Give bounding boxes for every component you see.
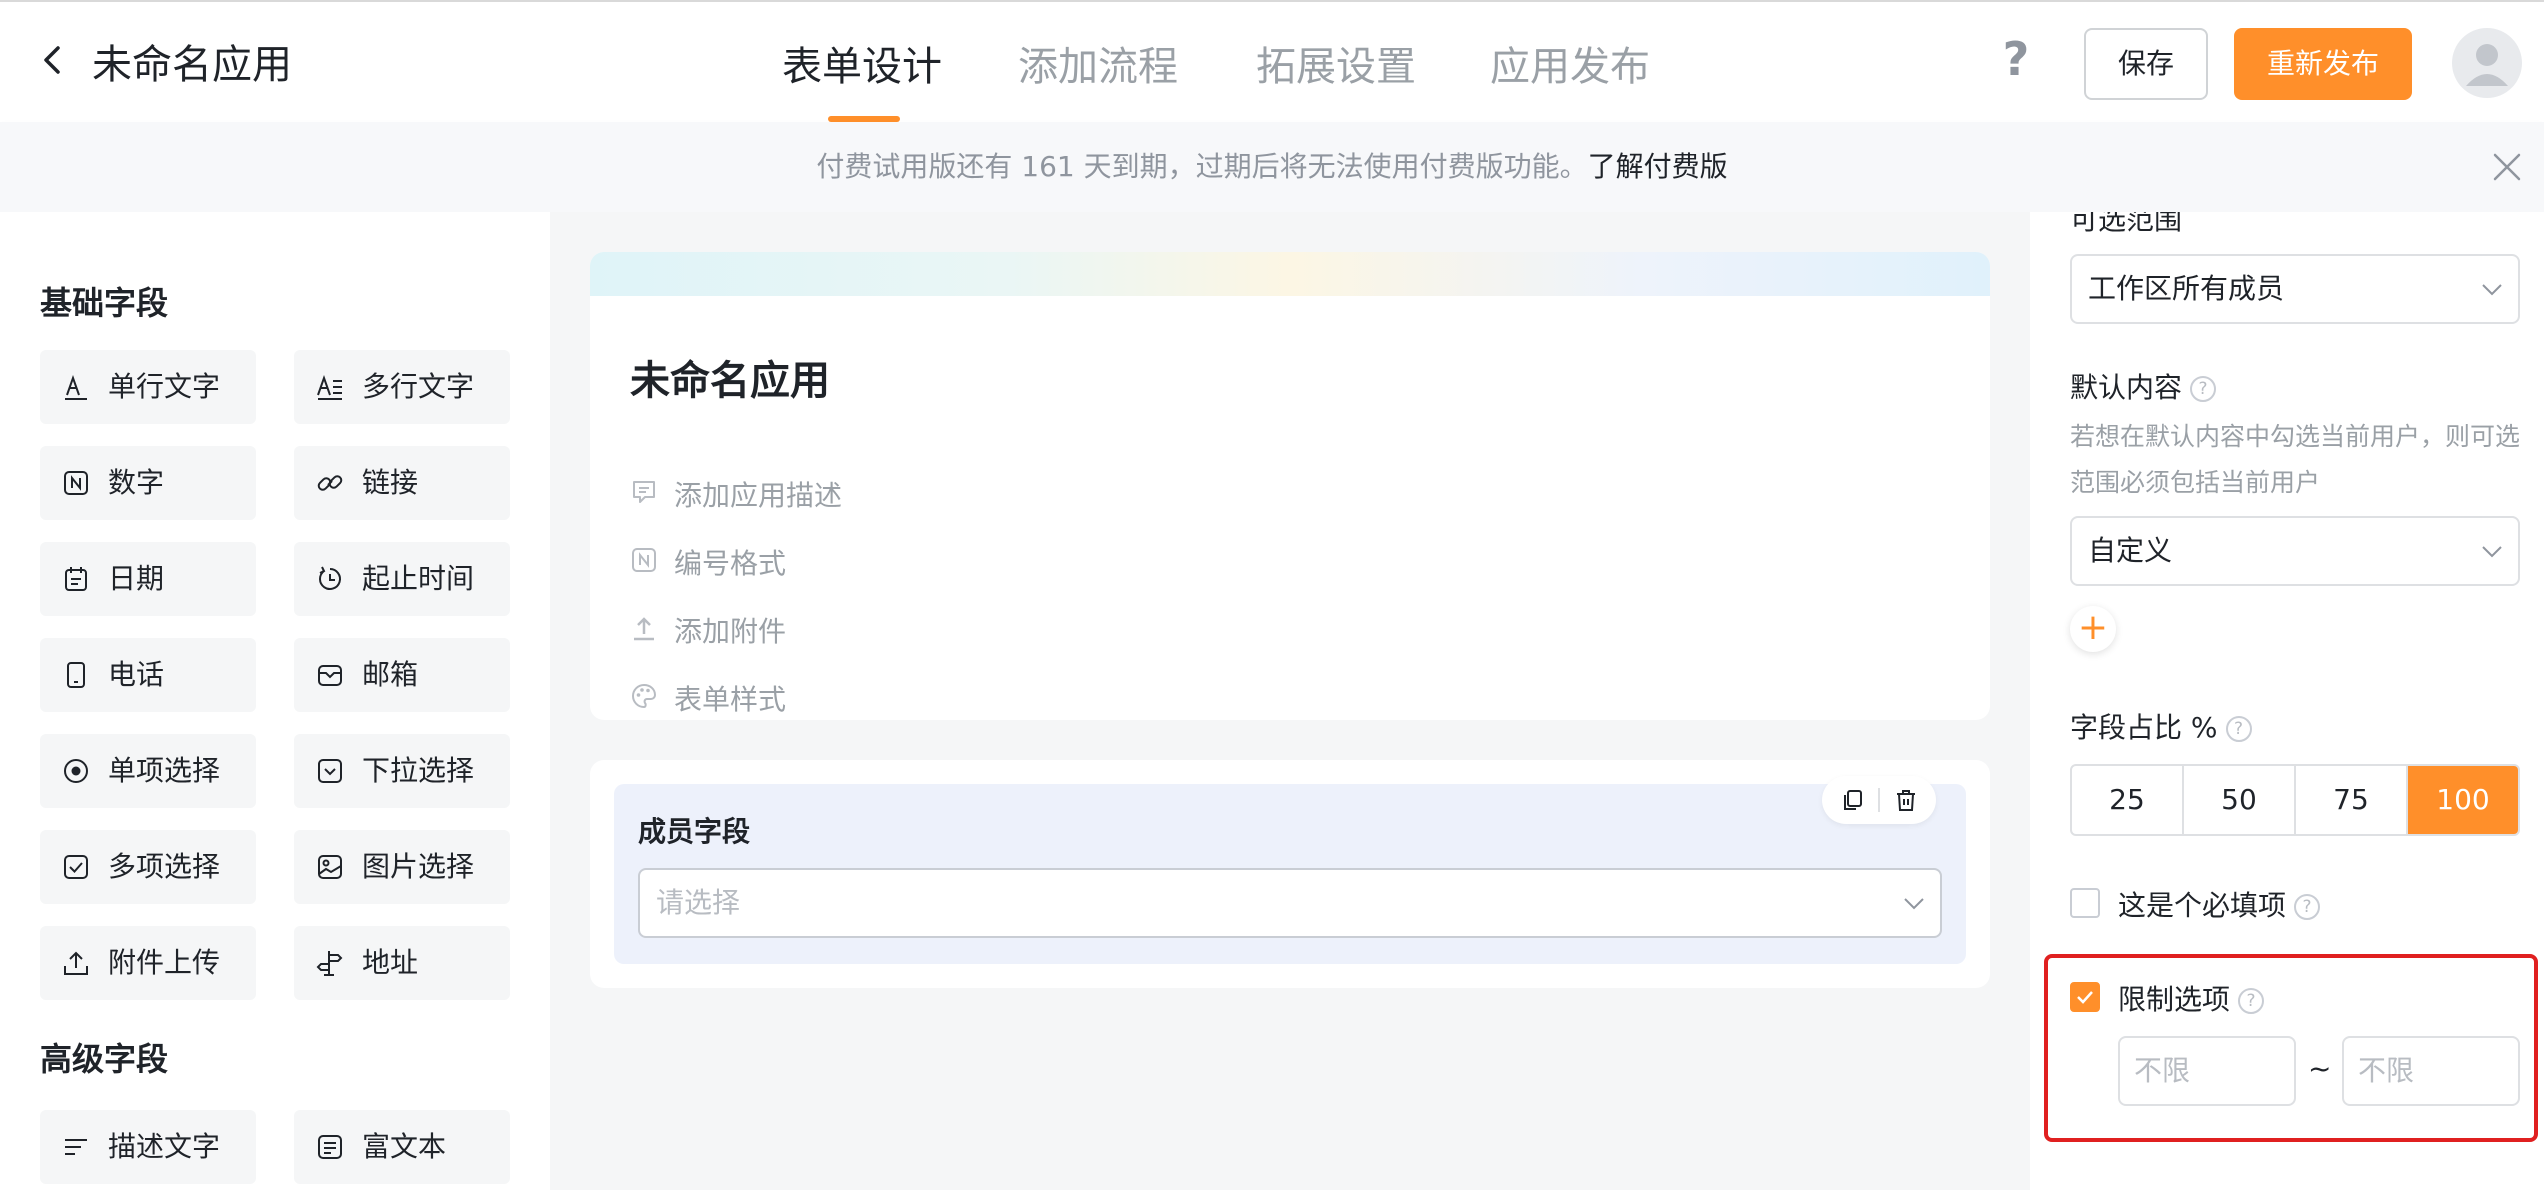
member-field-selected[interactable]: 成员字段 请选择 xyxy=(614,784,1966,964)
tab-app-publish[interactable]: 应用发布 xyxy=(1490,34,1650,92)
chevron-down-icon xyxy=(2482,546,2502,558)
chevron-down-icon xyxy=(1904,898,1924,910)
number-format-option[interactable]: 编号格式 xyxy=(630,542,786,582)
field-number[interactable]: 数字 xyxy=(40,446,256,520)
field-multi-line-text[interactable]: 多行文字 xyxy=(294,350,510,424)
avatar[interactable] xyxy=(2452,28,2522,98)
number-format-icon xyxy=(632,548,656,572)
property-panel: 可选范围 工作区所有成员 默认内容? 若想在默认内容中勾选当前用户，则可选范围必… xyxy=(2030,212,2544,1190)
mail-icon xyxy=(318,665,342,686)
checkbox-icon xyxy=(64,855,88,879)
calendar-icon xyxy=(65,567,87,591)
field-single-line-text[interactable]: 单行文字 xyxy=(40,350,256,424)
field-time-range[interactable]: 起止时间 xyxy=(294,542,510,616)
form-canvas: 未命名应用 添加应用描述 编号格式 添加附件 表单样式 成员字段 请选择 xyxy=(550,212,2030,1190)
attachment-upload-icon xyxy=(634,617,654,641)
limit-max-input[interactable]: 不限 xyxy=(2342,1036,2520,1106)
default-content-select[interactable]: 自定义 xyxy=(2070,516,2520,586)
field-width-label: 字段占比 %? xyxy=(2070,706,2252,746)
width-option-25[interactable]: 25 xyxy=(2072,766,2184,834)
required-checkbox[interactable] xyxy=(2070,888,2100,918)
form-header-card[interactable]: 未命名应用 添加应用描述 编号格式 添加附件 表单样式 xyxy=(590,252,1990,720)
field-tools xyxy=(1822,776,1936,824)
tab-form-design[interactable]: 表单设计 xyxy=(782,34,942,92)
help-circle-icon[interactable]: ? xyxy=(2225,716,2252,742)
width-option-100[interactable]: 100 xyxy=(2408,766,2518,834)
field-dropdown[interactable]: 下拉选择 xyxy=(294,734,510,808)
link-icon xyxy=(317,475,343,491)
limit-min-input[interactable]: 不限 xyxy=(2118,1036,2296,1106)
limit-options-checkbox[interactable] xyxy=(2070,982,2100,1012)
learn-paid-link[interactable]: 了解付费版 xyxy=(1588,150,1728,183)
default-content-label: 默认内容? xyxy=(2070,366,2217,406)
upload-icon xyxy=(64,951,88,975)
help-icon[interactable]: ? xyxy=(1996,34,2036,84)
field-single-choice[interactable]: 单项选择 xyxy=(40,734,256,808)
multi-line-text-icon xyxy=(317,374,342,400)
number-icon xyxy=(64,471,88,495)
chevron-down-icon xyxy=(2482,284,2502,296)
range-select[interactable]: 工作区所有成员 xyxy=(2070,254,2520,324)
member-field-label: 成员字段 xyxy=(638,815,751,848)
field-image-choice[interactable]: 图片选择 xyxy=(294,830,510,904)
check-icon xyxy=(2077,991,2093,1004)
member-select-input[interactable]: 请选择 xyxy=(638,868,1942,938)
field-address[interactable]: 地址 xyxy=(294,926,510,1000)
field-mail[interactable]: 邮箱 xyxy=(294,638,510,712)
field-description-text[interactable]: 描述文字 xyxy=(40,1110,256,1184)
tools-divider xyxy=(1878,788,1880,812)
field-link[interactable]: 链接 xyxy=(294,446,510,520)
save-button[interactable]: 保存 xyxy=(2084,28,2208,100)
limit-options-label: 限制选项? xyxy=(2118,978,2265,1018)
limit-separator: ~ xyxy=(2308,1052,2332,1085)
add-description-option[interactable]: 添加应用描述 xyxy=(630,474,842,514)
default-content-hint: 若想在默认内容中勾选当前用户，则可选范围必须包括当前用户 xyxy=(2070,422,2521,497)
help-circle-icon[interactable]: ? xyxy=(2294,894,2321,920)
dropdown-icon xyxy=(318,759,342,783)
tab-add-flow[interactable]: 添加流程 xyxy=(1018,34,1178,92)
republish-button[interactable]: 重新发布 xyxy=(2234,28,2412,100)
field-phone[interactable]: 电话 xyxy=(40,638,256,712)
help-circle-icon[interactable]: ? xyxy=(2238,988,2265,1014)
add-attachment-option[interactable]: 添加附件 xyxy=(630,610,786,650)
form-header-banner xyxy=(590,252,1990,296)
top-header: 未命名应用 表单设计 添加流程 拓展设置 应用发布 ? 保存 重新发布 xyxy=(0,0,2544,122)
width-option-75[interactable]: 75 xyxy=(2296,766,2408,834)
rich-text-icon xyxy=(318,1135,342,1159)
field-rich-text[interactable]: 富文本 xyxy=(294,1110,510,1184)
form-title[interactable]: 未命名应用 xyxy=(630,348,830,406)
advanced-fields-title: 高级字段 xyxy=(40,1040,169,1078)
image-icon xyxy=(318,855,342,879)
phone-icon xyxy=(67,662,85,688)
field-date[interactable]: 日期 xyxy=(40,542,256,616)
trash-icon[interactable] xyxy=(1894,788,1918,812)
user-avatar-icon xyxy=(2466,44,2508,86)
palette-icon xyxy=(632,683,657,709)
form-style-option[interactable]: 表单样式 xyxy=(630,678,786,718)
single-line-text-icon xyxy=(65,374,87,400)
member-field-card[interactable]: 成员字段 请选择 xyxy=(590,760,1990,988)
add-default-button[interactable]: + xyxy=(2070,606,2116,652)
field-width-segmented: 25 50 75 100 xyxy=(2070,764,2520,836)
trial-notice-text: 付费试用版还有 161 天到期，过期后将无法使用付费版功能。 xyxy=(816,150,1588,183)
radio-icon xyxy=(64,759,88,783)
copy-icon[interactable] xyxy=(1840,788,1864,812)
signpost-icon xyxy=(316,951,343,976)
back-arrow-icon[interactable] xyxy=(36,42,72,78)
description-icon xyxy=(65,1139,87,1155)
help-circle-icon[interactable]: ? xyxy=(2190,376,2217,402)
trial-notice-bar: 付费试用版还有 161 天到期，过期后将无法使用付费版功能。了解付费版 xyxy=(0,122,2544,212)
required-label: 这是个必填项? xyxy=(2118,884,2321,924)
field-palette: 基础字段 单行文字 多行文字 数字 链接 日期 起止时间 电话 邮箱 单项选择 … xyxy=(0,212,550,1190)
tab-extension-settings[interactable]: 拓展设置 xyxy=(1256,34,1416,92)
field-attachment[interactable]: 附件上传 xyxy=(40,926,256,1000)
range-label: 可选范围 xyxy=(2070,212,2183,236)
field-multi-choice[interactable]: 多项选择 xyxy=(40,830,256,904)
time-range-icon xyxy=(319,566,341,590)
app-title: 未命名应用 xyxy=(92,42,292,88)
close-icon[interactable] xyxy=(2490,150,2524,184)
width-option-50[interactable]: 50 xyxy=(2184,766,2296,834)
basic-fields-title: 基础字段 xyxy=(40,284,169,322)
comment-icon xyxy=(633,481,655,503)
